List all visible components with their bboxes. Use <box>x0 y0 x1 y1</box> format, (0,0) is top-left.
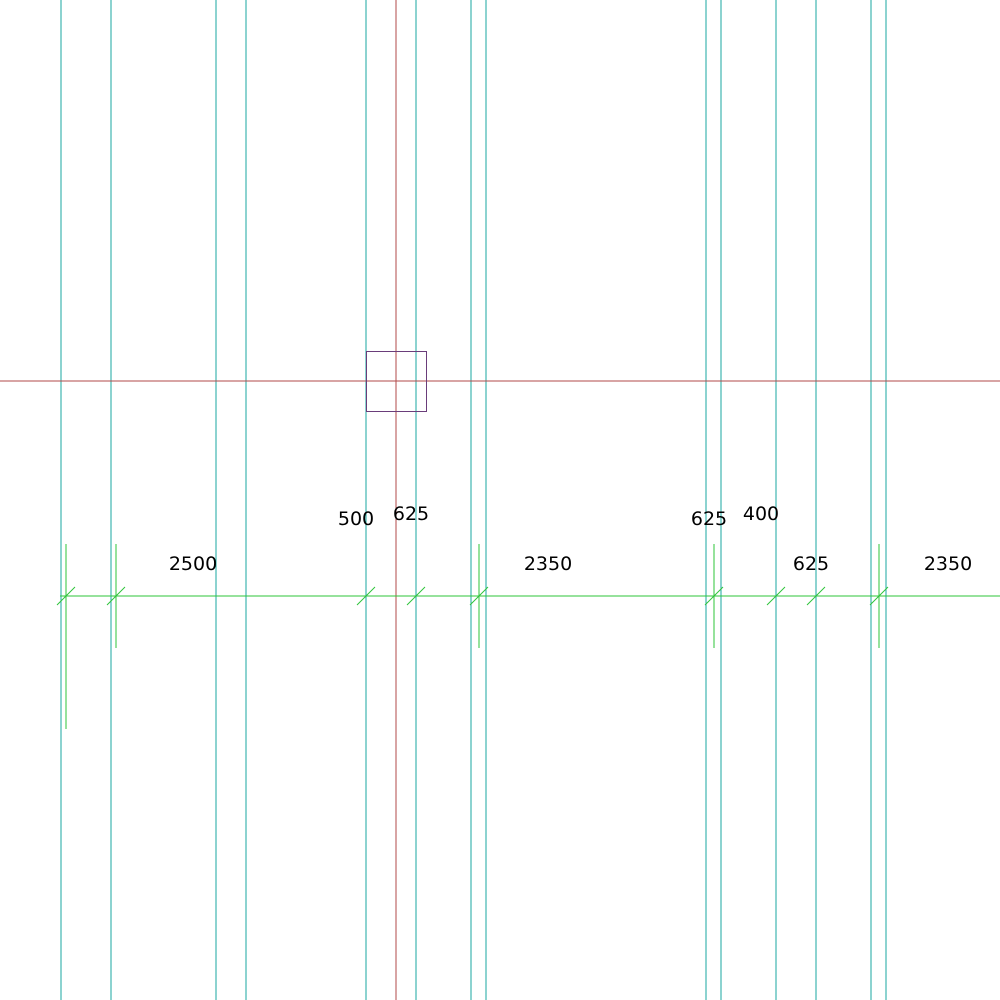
dimension-label-2500: 2500 <box>169 553 217 575</box>
dimension-label-500: 500 <box>338 508 374 530</box>
cad-drawing-canvas[interactable]: 2500 500 625 2350 625 400 625 2350 <box>0 0 1000 1000</box>
dimension-label-625-b: 625 <box>691 508 727 530</box>
canvas-background <box>0 0 1000 1000</box>
dimension-label-625-a: 625 <box>393 503 429 525</box>
dimension-label-2350-a: 2350 <box>524 553 572 575</box>
dimension-label-400: 400 <box>743 503 779 525</box>
dimension-label-2350-b: 2350 <box>924 553 972 575</box>
dimension-label-625-c: 625 <box>793 553 829 575</box>
